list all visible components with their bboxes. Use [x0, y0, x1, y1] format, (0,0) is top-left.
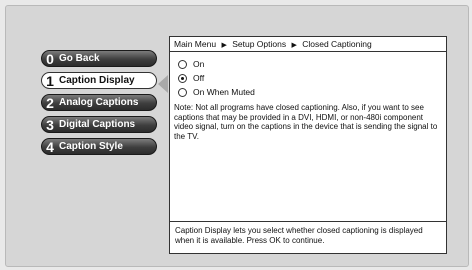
- breadcrumb-item[interactable]: Main Menu: [174, 39, 216, 49]
- menu-item-label: Caption Style: [59, 141, 123, 152]
- menu-item-label: Digital Captions: [59, 119, 136, 130]
- menu-item-number: 2: [46, 94, 54, 111]
- option-label: Off: [193, 73, 205, 83]
- triangle-right-icon: ▶: [221, 42, 227, 49]
- help-text: Caption Display lets you select whether …: [170, 221, 446, 253]
- radio-button[interactable]: [178, 87, 187, 97]
- menu-item-number: 1: [46, 72, 54, 89]
- note-text: Note: Not all programs have closed capti…: [174, 103, 438, 141]
- triangle-right-icon: ▶: [291, 42, 297, 49]
- option-off[interactable]: Off: [178, 71, 255, 85]
- option-label: On When Muted: [193, 87, 255, 97]
- menu-item-number: 4: [46, 138, 54, 155]
- caption-display-options: On Off On When Muted: [178, 57, 255, 99]
- selection-pointer-icon: [158, 75, 168, 93]
- option-on-when-muted[interactable]: On When Muted: [178, 85, 255, 99]
- menu-item-analog-captions[interactable]: 2 Analog Captions: [41, 94, 157, 111]
- radio-button[interactable]: [178, 59, 187, 69]
- breadcrumb-item[interactable]: Setup Options: [232, 39, 286, 49]
- breadcrumb-item: Closed Captioning: [302, 39, 372, 49]
- breadcrumb: Main Menu ▶ Setup Options ▶ Closed Capti…: [170, 37, 446, 52]
- option-on[interactable]: On: [178, 57, 255, 71]
- menu-item-caption-style[interactable]: 4 Caption Style: [41, 138, 157, 155]
- tv-screen: 0 Go Back 1 Caption Display 2 Analog Cap…: [5, 5, 469, 267]
- menu-item-number: 3: [46, 116, 54, 133]
- menu-item-label: Go Back: [59, 53, 100, 64]
- menu-item-digital-captions[interactable]: 3 Digital Captions: [41, 116, 157, 133]
- menu-item-caption-display[interactable]: 1 Caption Display: [41, 72, 157, 89]
- caption-menu: 0 Go Back 1 Caption Display 2 Analog Cap…: [41, 50, 157, 160]
- menu-item-label: Analog Captions: [59, 97, 139, 108]
- menu-item-label: Caption Display: [59, 75, 135, 86]
- menu-item-go-back[interactable]: 0 Go Back: [41, 50, 157, 67]
- option-label: On: [193, 59, 205, 69]
- caption-display-panel: Main Menu ▶ Setup Options ▶ Closed Capti…: [169, 36, 447, 254]
- radio-button-selected[interactable]: [178, 73, 187, 83]
- menu-item-number: 0: [46, 50, 54, 67]
